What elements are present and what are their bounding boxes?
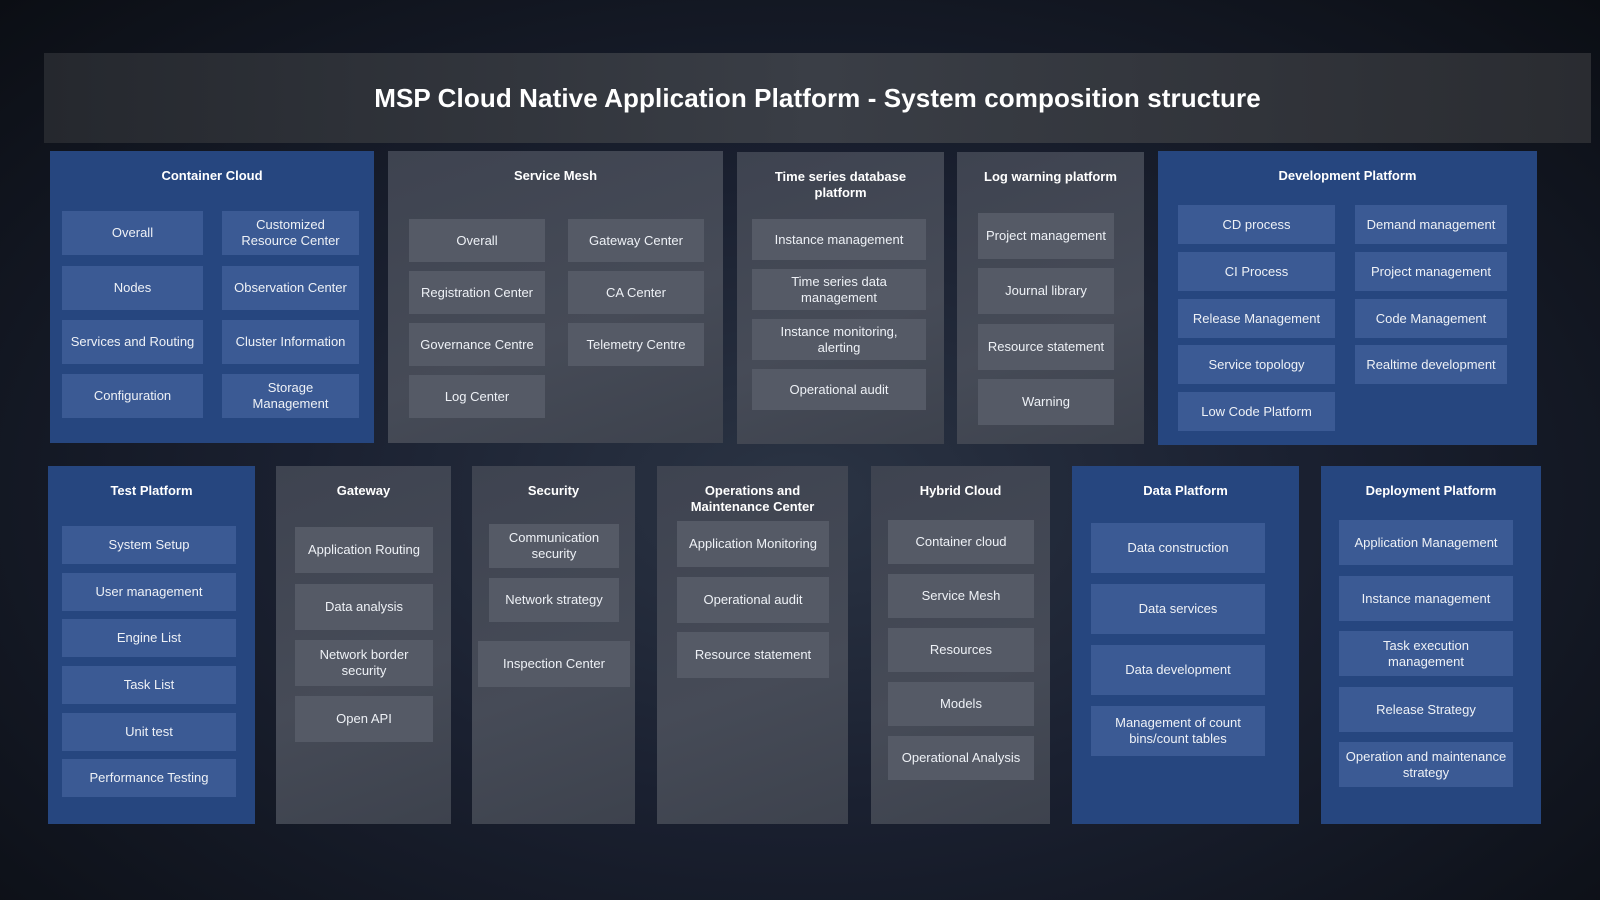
panel-deployment-platform: Deployment Platform Application Manageme… xyxy=(1321,466,1541,824)
panel-title: Security xyxy=(527,483,580,498)
module-overall[interactable]: Overall xyxy=(409,219,545,262)
module-service-mesh[interactable]: Service Mesh xyxy=(888,574,1034,618)
module-network-border-security[interactable]: Network border security xyxy=(295,640,433,686)
module-warning[interactable]: Warning xyxy=(978,379,1114,425)
module-log-center[interactable]: Log Center xyxy=(409,375,545,418)
module-user-management[interactable]: User management xyxy=(62,573,236,611)
module-cluster-information[interactable]: Cluster Information xyxy=(222,320,359,364)
module-nodes[interactable]: Nodes xyxy=(62,266,203,310)
module-customized-resource-center[interactable]: Customized Resource Center xyxy=(222,211,359,255)
module-task-list[interactable]: Task List xyxy=(62,666,236,704)
module-task-execution-management[interactable]: Task execution management xyxy=(1339,631,1513,676)
panel-title: Service Mesh xyxy=(513,168,598,183)
module-resource-statement[interactable]: Resource statement xyxy=(677,632,829,678)
module-project-management[interactable]: Project management xyxy=(1355,252,1507,291)
module-demand-management[interactable]: Demand management xyxy=(1355,205,1507,244)
panel-time-series-database: Time series database platform Instance m… xyxy=(737,152,944,444)
page-title: MSP Cloud Native Application Platform - … xyxy=(374,82,1261,113)
panel-title: Gateway xyxy=(336,483,391,498)
module-telemetry-centre[interactable]: Telemetry Centre xyxy=(568,323,704,366)
module-performance-testing[interactable]: Performance Testing xyxy=(62,759,236,797)
module-ca-center[interactable]: CA Center xyxy=(568,271,704,314)
module-release-strategy[interactable]: Release Strategy xyxy=(1339,687,1513,732)
module-data-development[interactable]: Data development xyxy=(1091,645,1265,695)
module-system-setup[interactable]: System Setup xyxy=(62,526,236,564)
module-services-and-routing[interactable]: Services and Routing xyxy=(62,320,203,364)
module-code-management[interactable]: Code Management xyxy=(1355,299,1507,338)
module-resource-statement[interactable]: Resource statement xyxy=(978,324,1114,370)
panel-data-platform: Data Platform Data construction Data ser… xyxy=(1072,466,1299,824)
module-communication-security[interactable]: Communication security xyxy=(489,524,619,568)
module-overall[interactable]: Overall xyxy=(62,211,203,255)
module-data-construction[interactable]: Data construction xyxy=(1091,523,1265,573)
panel-security: Security Communication security Network … xyxy=(472,466,635,824)
module-project-management[interactable]: Project management xyxy=(978,213,1114,259)
panel-container-cloud: Container Cloud Overall Customized Resou… xyxy=(50,151,374,443)
module-instance-monitoring-alerting[interactable]: Instance monitoring, alerting xyxy=(752,319,926,360)
module-instance-management[interactable]: Instance management xyxy=(752,219,926,260)
module-open-api[interactable]: Open API xyxy=(295,696,433,742)
module-unit-test[interactable]: Unit test xyxy=(62,713,236,751)
panel-test-platform: Test Platform System Setup User manageme… xyxy=(48,466,255,824)
panel-title: Development Platform xyxy=(1278,168,1417,183)
panel-title: Log warning platform xyxy=(984,169,1117,184)
module-instance-management[interactable]: Instance management xyxy=(1339,576,1513,621)
module-engine-list[interactable]: Engine List xyxy=(62,619,236,657)
panel-title: Test Platform xyxy=(110,483,193,498)
module-ci-process[interactable]: CI Process xyxy=(1178,252,1335,291)
panel-hybrid-cloud: Hybrid Cloud Container cloud Service Mes… xyxy=(871,466,1050,824)
module-inspection-center[interactable]: Inspection Center xyxy=(478,641,630,687)
module-container-cloud[interactable]: Container cloud xyxy=(888,520,1034,564)
title-banner: MSP Cloud Native Application Platform - … xyxy=(44,53,1591,143)
module-application-monitoring[interactable]: Application Monitoring xyxy=(677,521,829,567)
panel-service-mesh: Service Mesh Overall Gateway Center Regi… xyxy=(388,151,723,443)
module-governance-centre[interactable]: Governance Centre xyxy=(409,323,545,366)
panel-operations-maintenance-center: Operations and Maintenance Center Applic… xyxy=(657,466,848,824)
module-service-topology[interactable]: Service topology xyxy=(1178,345,1335,384)
module-observation-center[interactable]: Observation Center xyxy=(222,266,359,310)
module-operational-audit[interactable]: Operational audit xyxy=(752,369,926,410)
module-release-management[interactable]: Release Management xyxy=(1178,299,1335,338)
panel-log-warning: Log warning platform Project management … xyxy=(957,152,1144,444)
module-registration-center[interactable]: Registration Center xyxy=(409,271,545,314)
module-count-bins-management[interactable]: Management of count bins/count tables xyxy=(1091,706,1265,756)
panel-development-platform: Development Platform CD process Demand m… xyxy=(1158,151,1537,445)
module-journal-library[interactable]: Journal library xyxy=(978,268,1114,314)
module-storage-management[interactable]: Storage Management xyxy=(222,374,359,418)
module-realtime-development[interactable]: Realtime development xyxy=(1355,345,1507,384)
panel-title: Deployment Platform xyxy=(1365,483,1497,498)
module-resources[interactable]: Resources xyxy=(888,628,1034,672)
panel-gateway: Gateway Application Routing Data analysi… xyxy=(276,466,451,824)
module-application-management[interactable]: Application Management xyxy=(1339,520,1513,565)
module-operational-analysis[interactable]: Operational Analysis xyxy=(888,736,1034,780)
panel-title: Time series database platform xyxy=(774,169,907,200)
module-configuration[interactable]: Configuration xyxy=(62,374,203,418)
module-operation-maintenance-strategy[interactable]: Operation and maintenance strategy xyxy=(1339,742,1513,787)
module-cd-process[interactable]: CD process xyxy=(1178,205,1335,244)
panel-title: Container Cloud xyxy=(161,168,263,183)
module-gateway-center[interactable]: Gateway Center xyxy=(568,219,704,262)
module-application-routing[interactable]: Application Routing xyxy=(295,527,433,573)
panel-title: Data Platform xyxy=(1143,483,1228,498)
module-models[interactable]: Models xyxy=(888,682,1034,726)
panel-title: Operations and Maintenance Center xyxy=(690,483,815,514)
panel-title: Hybrid Cloud xyxy=(919,483,1002,498)
module-low-code-platform[interactable]: Low Code Platform xyxy=(1178,392,1335,431)
module-network-strategy[interactable]: Network strategy xyxy=(489,578,619,622)
module-operational-audit[interactable]: Operational audit xyxy=(677,577,829,623)
module-data-analysis[interactable]: Data analysis xyxy=(295,584,433,630)
module-data-services[interactable]: Data services xyxy=(1091,584,1265,634)
module-time-series-data-management[interactable]: Time series data management xyxy=(752,269,926,310)
